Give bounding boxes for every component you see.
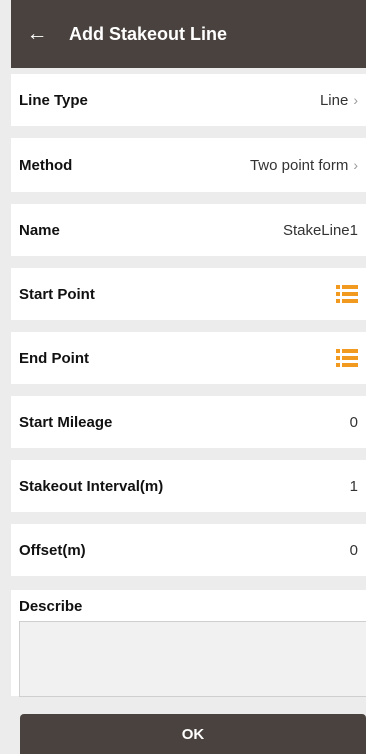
offset-row[interactable]: Offset(m) 0 [11,524,366,576]
list-icon [336,349,358,367]
end-point-label: End Point [19,349,89,367]
chevron-right-icon: › [353,157,358,173]
describe-input[interactable] [19,621,366,697]
page-title: Add Stakeout Line [69,23,228,44]
start-mileage-row[interactable]: Start Mileage 0 [11,396,366,448]
start-point-label: Start Point [19,285,95,303]
offset-field[interactable]: 0 [350,542,358,559]
name-field[interactable]: StakeLine1 [283,222,358,239]
method-row[interactable]: Method Two point form › [11,138,366,192]
stakeout-interval-label: Stakeout Interval(m) [19,477,164,495]
list-icon [336,285,358,303]
line-type-row[interactable]: Line Type Line › [11,74,366,126]
offset-label: Offset(m) [19,541,86,559]
stakeout-interval-field[interactable]: 1 [350,478,358,495]
app-bar: ← Add Stakeout Line [11,0,366,68]
start-mileage-label: Start Mileage [19,413,113,431]
method-label: Method [19,156,73,174]
name-row[interactable]: Name StakeLine1 [11,204,366,256]
end-point-row: End Point [11,332,366,384]
start-point-row: Start Point [11,268,366,320]
line-type-value: Line [319,91,349,109]
start-point-list-button[interactable] [336,285,358,303]
line-type-label: Line Type [19,91,88,109]
arrow-left-icon: ← [26,22,48,45]
chevron-right-icon: › [353,92,358,108]
ok-button[interactable]: OK [20,714,366,754]
back-button[interactable]: ← [11,0,63,68]
stakeout-interval-row[interactable]: Stakeout Interval(m) 1 [11,460,366,512]
describe-section: Describe [11,590,366,697]
start-mileage-field[interactable]: 0 [350,414,358,431]
end-point-list-button[interactable] [336,349,358,367]
name-label: Name [19,221,60,239]
method-value: Two point form [249,156,349,174]
describe-label: Describe [19,598,83,615]
